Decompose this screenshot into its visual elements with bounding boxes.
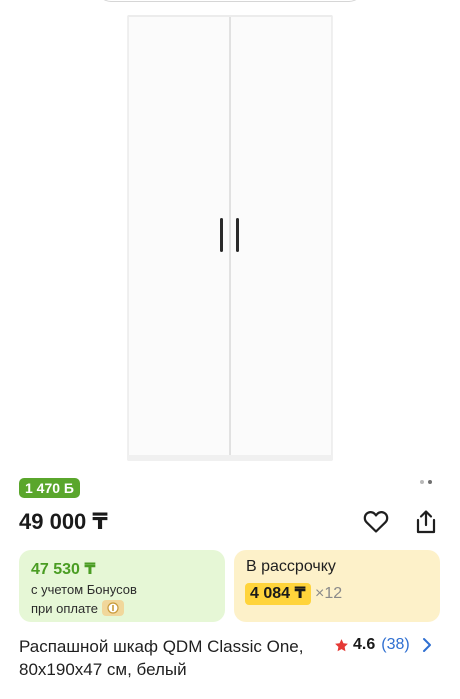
heart-icon — [363, 511, 389, 533]
installment-amount: 4 084 ₸ — [245, 583, 311, 605]
star-icon — [335, 638, 348, 651]
bonus-badge: 1 470 Б — [19, 478, 80, 498]
pager-dot-active — [428, 480, 432, 484]
installment-card[interactable]: В рассрочку 4 084 ₸ ×12 — [234, 550, 440, 622]
share-button[interactable] — [412, 508, 440, 536]
product-price: 49 000 ₸ — [19, 509, 108, 534]
bonus-caption-text: при оплате — [31, 600, 98, 616]
bonus-price-card[interactable]: 47 530 ₸ с учетом Бонусов при оплате — [19, 550, 225, 622]
rating-summary[interactable]: 4.6 (38) — [334, 636, 432, 654]
coin-icon — [101, 600, 124, 616]
favorite-button[interactable] — [362, 508, 390, 536]
product-image[interactable] — [0, 0, 460, 470]
product-title: Распашной шкаф QDM Classic One, 80x190x4… — [19, 637, 304, 679]
rating-value: 4.6 — [353, 636, 376, 653]
gallery-pager — [420, 480, 432, 484]
share-icon — [416, 510, 436, 534]
bonus-price: 47 530 ₸ — [31, 561, 96, 578]
reviews-count[interactable]: (38) — [381, 636, 409, 654]
bonus-caption-line2: при оплате — [31, 600, 124, 616]
pager-dot — [420, 480, 424, 484]
installment-multiplier: ×12 — [315, 585, 343, 602]
chevron-right-icon[interactable] — [422, 637, 432, 653]
installment-title: В рассрочку — [246, 558, 336, 575]
bonus-caption-line1: с учетом Бонусов — [31, 582, 137, 597]
